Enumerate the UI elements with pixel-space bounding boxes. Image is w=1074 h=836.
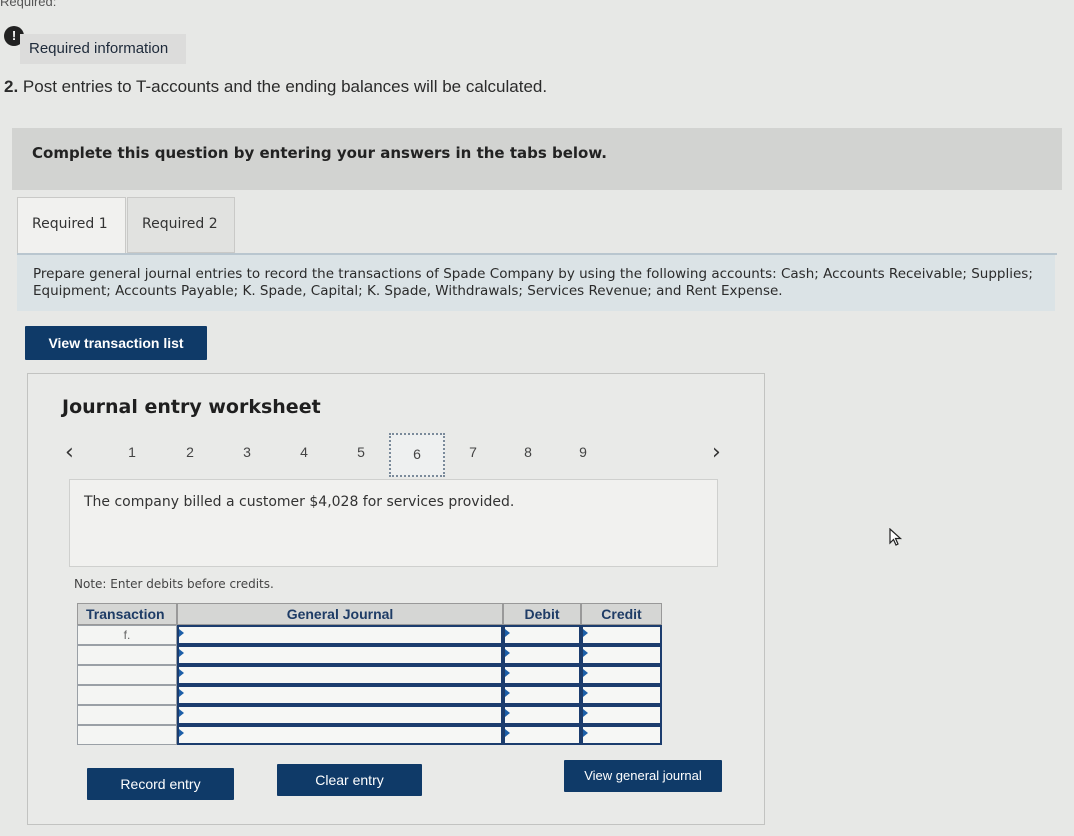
dropdown-arrow-icon xyxy=(583,729,588,737)
journal-table: Transaction General Journal Debit Credit… xyxy=(77,603,662,747)
table-row xyxy=(77,705,662,725)
mouse-cursor-icon xyxy=(889,528,903,546)
page-5-link[interactable]: 5 xyxy=(349,444,373,460)
dropdown-arrow-icon xyxy=(505,729,510,737)
table-row xyxy=(77,725,662,745)
transaction-cell xyxy=(77,665,177,685)
page-6-link[interactable]: 6 xyxy=(389,433,445,477)
credit-input[interactable] xyxy=(581,645,662,665)
credit-input[interactable] xyxy=(581,625,662,645)
dropdown-arrow-icon xyxy=(179,669,184,677)
table-row xyxy=(77,685,662,705)
credit-input[interactable] xyxy=(581,665,662,685)
dropdown-arrow-icon xyxy=(505,629,510,637)
clear-entry-button[interactable]: Clear entry xyxy=(277,764,422,796)
header-general-journal: General Journal xyxy=(177,603,503,625)
dropdown-arrow-icon xyxy=(583,669,588,677)
chevron-right-icon[interactable]: › xyxy=(712,440,721,465)
dropdown-arrow-icon xyxy=(179,689,184,697)
credit-input[interactable] xyxy=(581,685,662,705)
transaction-cell xyxy=(77,705,177,725)
account-input[interactable] xyxy=(177,665,503,685)
debit-input[interactable] xyxy=(503,625,581,645)
account-input[interactable] xyxy=(177,725,503,745)
view-general-journal-button[interactable]: View general journal xyxy=(564,760,722,792)
dropdown-arrow-icon xyxy=(179,709,184,717)
dropdown-arrow-icon xyxy=(179,629,184,637)
debit-input[interactable] xyxy=(503,645,581,665)
instructions-panel: Prepare general journal entries to recor… xyxy=(17,255,1055,311)
debit-input[interactable] xyxy=(503,725,581,745)
account-input[interactable] xyxy=(177,645,503,665)
table-row: f. xyxy=(77,625,662,645)
dropdown-arrow-icon xyxy=(583,689,588,697)
transaction-cell: f. xyxy=(77,625,177,645)
debit-input[interactable] xyxy=(503,705,581,725)
dropdown-arrow-icon xyxy=(179,649,184,657)
account-input[interactable] xyxy=(177,685,503,705)
worksheet-title: Journal entry worksheet xyxy=(62,396,321,418)
transaction-description: The company billed a customer $4,028 for… xyxy=(69,479,718,567)
record-entry-button[interactable]: Record entry xyxy=(87,768,234,800)
page-8-link[interactable]: 8 xyxy=(516,444,540,460)
dropdown-arrow-icon xyxy=(505,709,510,717)
transaction-cell xyxy=(77,725,177,745)
required-information-label: Required information xyxy=(20,34,186,64)
table-row xyxy=(77,645,662,665)
debit-input[interactable] xyxy=(503,665,581,685)
dropdown-arrow-icon xyxy=(505,649,510,657)
transaction-cell xyxy=(77,685,177,705)
table-row xyxy=(77,665,662,685)
chevron-left-icon[interactable]: ‹ xyxy=(65,440,74,465)
tab-required-1[interactable]: Required 1 xyxy=(17,197,126,253)
required-heading-cut: Required: xyxy=(0,0,57,9)
debit-input[interactable] xyxy=(503,685,581,705)
credit-input[interactable] xyxy=(581,705,662,725)
view-transaction-list-button[interactable]: View transaction list xyxy=(25,326,207,360)
page-7-link[interactable]: 7 xyxy=(461,444,485,460)
tab-required-2[interactable]: Required 2 xyxy=(127,197,235,253)
header-credit: Credit xyxy=(581,603,662,625)
page-3-link[interactable]: 3 xyxy=(235,444,259,460)
dropdown-arrow-icon xyxy=(583,649,588,657)
dropdown-arrow-icon xyxy=(179,729,184,737)
transaction-cell xyxy=(77,645,177,665)
credit-input[interactable] xyxy=(581,725,662,745)
header-transaction: Transaction xyxy=(77,603,177,625)
page-4-link[interactable]: 4 xyxy=(292,444,316,460)
dropdown-arrow-icon xyxy=(583,709,588,717)
question-body: Post entries to T-accounts and the endin… xyxy=(22,77,548,96)
page-1-link[interactable]: 1 xyxy=(120,444,144,460)
question-text: 2. Post entries to T-accounts and the en… xyxy=(4,77,547,97)
account-input[interactable] xyxy=(177,705,503,725)
dropdown-arrow-icon xyxy=(505,669,510,677)
debits-note: Note: Enter debits before credits. xyxy=(74,577,274,591)
complete-question-banner: Complete this question by entering your … xyxy=(12,128,1062,190)
header-debit: Debit xyxy=(503,603,581,625)
page-2-link[interactable]: 2 xyxy=(178,444,202,460)
page-9-link[interactable]: 9 xyxy=(571,444,595,460)
dropdown-arrow-icon xyxy=(583,629,588,637)
question-number: 2. xyxy=(4,77,19,96)
account-input[interactable] xyxy=(177,625,503,645)
dropdown-arrow-icon xyxy=(505,689,510,697)
